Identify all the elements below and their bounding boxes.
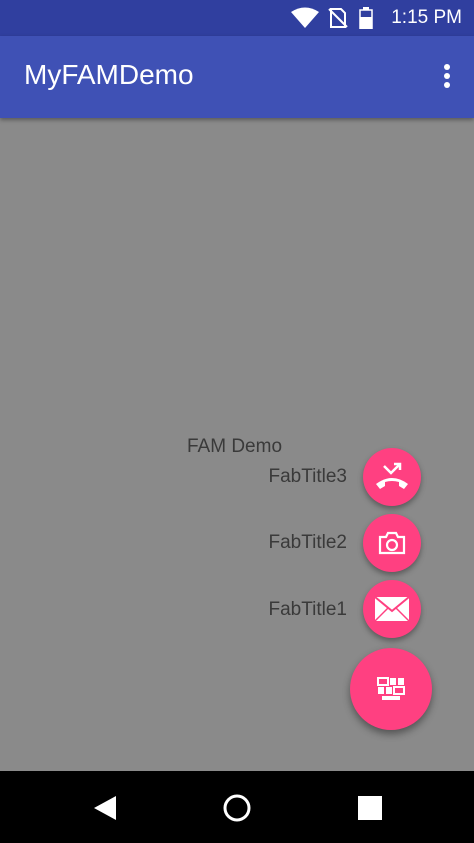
- fab-camera[interactable]: [363, 514, 421, 572]
- camera-icon: [378, 531, 406, 555]
- battery-icon: [359, 7, 373, 29]
- content-scrim[interactable]: FAM Demo FabTitle3 FabTitle2 FabTitle1: [0, 118, 474, 771]
- status-bar: 1:15 PM: [0, 0, 474, 36]
- email-icon: [374, 596, 410, 622]
- fab-call-missed[interactable]: [363, 448, 421, 506]
- back-icon[interactable]: [90, 793, 120, 823]
- fab-title-3[interactable]: FabTitle3: [207, 466, 348, 488]
- app-bar: MyFAMDemo: [0, 36, 474, 118]
- fab-title-1[interactable]: FabTitle1: [207, 599, 348, 621]
- call-missed-icon: [376, 462, 408, 489]
- home-icon[interactable]: [222, 793, 252, 823]
- grid-menu-icon: [377, 677, 405, 700]
- app-title: MyFAMDemo: [24, 59, 194, 90]
- fam-label: FAM Demo: [187, 436, 283, 457]
- navigation-bar: [0, 771, 474, 843]
- recents-icon[interactable]: [355, 793, 385, 823]
- more-vert-icon[interactable]: [440, 64, 454, 92]
- wifi-icon: [291, 7, 319, 28]
- fam-main-button[interactable]: [350, 648, 432, 730]
- fab-title-2[interactable]: FabTitle2: [207, 532, 348, 554]
- no-sim-icon: [328, 8, 348, 28]
- fab-email[interactable]: [363, 580, 421, 638]
- status-time: 1:15 PM: [391, 7, 462, 28]
